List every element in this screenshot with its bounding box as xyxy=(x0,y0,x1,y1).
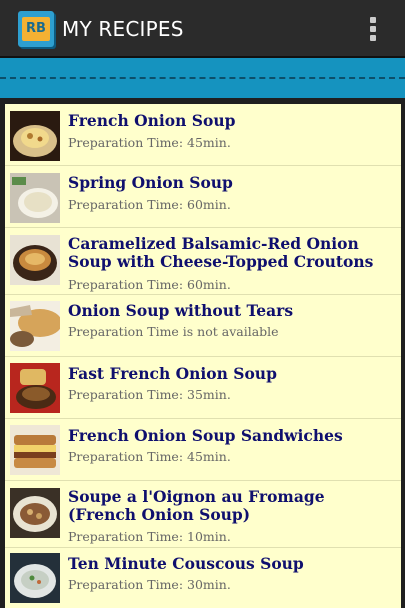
preparation-time: Preparation Time: 30min. xyxy=(68,577,231,592)
recipe-list[interactable]: French Onion Soup Preparation Time: 45mi… xyxy=(5,104,401,608)
recipe-title: French Onion Soup Sandwiches xyxy=(68,426,343,445)
recipe-title: Ten Minute Couscous Soup xyxy=(68,554,304,573)
recipe-title: Soupe a l'Oignon au Fromage (French Onio… xyxy=(68,487,325,524)
action-bar: RB MY RECIPES xyxy=(0,0,405,58)
preparation-time: Preparation Time: 10min. xyxy=(68,529,231,544)
list-item[interactable]: Onion Soup without Tears Preparation Tim… xyxy=(5,295,401,357)
recipe-thumbnail xyxy=(10,363,60,413)
list-item[interactable]: Caramelized Balsamic-Red Onion Soup with… xyxy=(5,228,401,295)
list-item[interactable]: French Onion Soup Preparation Time: 45mi… xyxy=(5,104,401,166)
recipe-title: French Onion Soup xyxy=(68,111,236,130)
app-book-icon[interactable]: RB xyxy=(18,11,54,47)
recipe-title: Onion Soup without Tears xyxy=(68,301,294,320)
header-banner xyxy=(0,58,405,98)
recipe-thumbnail xyxy=(10,173,60,223)
preparation-time: Preparation Time: 45min. xyxy=(68,449,231,464)
list-item[interactable]: Fast French Onion Soup Preparation Time:… xyxy=(5,357,401,419)
overflow-menu-icon[interactable] xyxy=(361,14,385,44)
preparation-time: Preparation Time: 35min. xyxy=(68,387,231,402)
recipe-thumbnail xyxy=(10,488,60,538)
preparation-time: Preparation Time: 60min. xyxy=(68,197,231,212)
list-item[interactable]: Spring Onion Soup Preparation Time: 60mi… xyxy=(5,166,401,228)
recipe-title: Caramelized Balsamic-Red Onion Soup with… xyxy=(68,234,374,271)
list-item[interactable]: French Onion Soup Sandwiches Preparation… xyxy=(5,419,401,481)
recipe-thumbnail xyxy=(10,235,60,285)
preparation-time: Preparation Time: 45min. xyxy=(68,135,231,150)
preparation-time: Preparation Time is not available xyxy=(68,324,279,339)
recipe-title: Fast French Onion Soup xyxy=(68,364,277,383)
list-item[interactable]: Soupe a l'Oignon au Fromage (French Onio… xyxy=(5,481,401,548)
recipe-thumbnail xyxy=(10,301,60,351)
recipe-title: Spring Onion Soup xyxy=(68,173,233,192)
recipe-thumbnail xyxy=(10,553,60,603)
recipe-thumbnail xyxy=(10,111,60,161)
list-item[interactable]: Ten Minute Couscous Soup Preparation Tim… xyxy=(5,548,401,608)
app-icon-label: RB xyxy=(22,17,50,41)
banner-stitch-divider xyxy=(0,77,405,79)
preparation-time: Preparation Time: 60min. xyxy=(68,277,231,292)
recipe-thumbnail xyxy=(10,425,60,475)
page-title: MY RECIPES xyxy=(62,17,184,41)
